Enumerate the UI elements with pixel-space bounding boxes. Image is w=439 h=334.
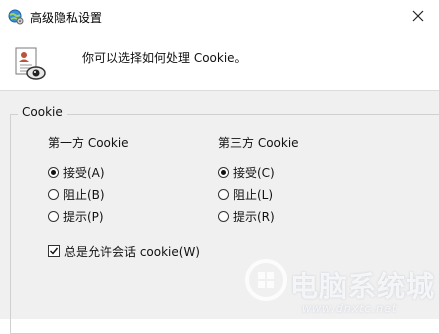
radio-indicator	[48, 188, 59, 200]
third-party-prompt-radio[interactable]: 提示(R)	[218, 208, 275, 224]
third-party-heading: 第三方 Cookie	[218, 136, 299, 150]
header-description: 你可以选择如何处理 Cookie。	[82, 51, 247, 65]
third-party-accept-radio[interactable]: 接受(C)	[218, 164, 275, 180]
radio-label: 接受(A)	[63, 165, 105, 180]
first-party-prompt-radio[interactable]: 提示(P)	[48, 208, 104, 224]
close-button[interactable]	[403, 4, 433, 30]
settings-content: Cookie 第一方 Cookie 第三方 Cookie 接受(A) 阻止(B)…	[0, 91, 439, 334]
radio-label: 阻止(B)	[63, 187, 105, 202]
window-title: 高级隐私设置	[30, 11, 103, 25]
radio-indicator	[218, 166, 229, 178]
dialog-header: 你可以选择如何处理 Cookie。	[0, 34, 439, 91]
session-cookie-checkbox[interactable]: 总是允许会话 cookie(W)	[48, 243, 200, 259]
globe-settings-icon	[8, 9, 24, 25]
cookie-group-legend: Cookie	[18, 105, 67, 119]
radio-indicator	[218, 188, 229, 200]
radio-label: 阻止(L)	[233, 187, 274, 202]
radio-indicator	[218, 210, 229, 222]
radio-label: 提示(P)	[63, 209, 104, 224]
first-party-block-radio[interactable]: 阻止(B)	[48, 186, 105, 202]
first-party-accept-radio[interactable]: 接受(A)	[48, 164, 105, 180]
first-party-heading: 第一方 Cookie	[48, 136, 129, 150]
privacy-document-eye-icon	[12, 46, 48, 82]
radio-indicator	[48, 166, 59, 178]
radio-label: 提示(R)	[233, 209, 275, 224]
close-icon	[412, 10, 424, 25]
radio-indicator	[48, 210, 59, 222]
radio-label: 接受(C)	[233, 165, 275, 180]
checkmark-icon	[48, 245, 60, 257]
checkbox-label: 总是允许会话 cookie(W)	[64, 244, 200, 259]
third-party-block-radio[interactable]: 阻止(L)	[218, 186, 273, 202]
title-bar: 高级隐私设置	[0, 0, 439, 34]
